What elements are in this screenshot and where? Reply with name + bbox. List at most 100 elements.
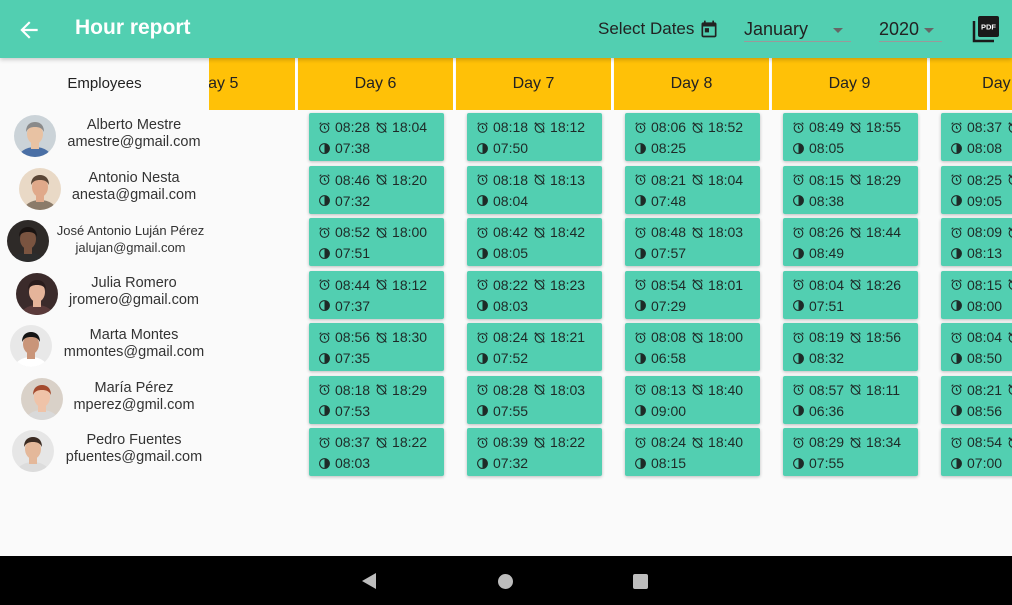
- day-column-header: Day 7: [456, 58, 613, 110]
- hours-card[interactable]: 08:57 18:11 06:36: [783, 375, 918, 424]
- clock-in-icon: [476, 278, 493, 291]
- clock-out-icon: [1007, 383, 1012, 396]
- employee-row[interactable]: Alberto Mestre amestre@gmail.com: [0, 110, 209, 163]
- total-hours: 06:36: [792, 403, 844, 419]
- clock-in-icon: [318, 331, 335, 344]
- back-arrow-icon[interactable]: [16, 17, 42, 43]
- hours-card[interactable]: 08:13 18:40 09:00: [625, 375, 760, 424]
- hours-card[interactable]: 08:28 18:04 07:38: [309, 113, 444, 161]
- year-value: 2020: [879, 19, 920, 39]
- hours-card[interactable]: 08:44 18:12 07:37: [309, 270, 444, 319]
- hours-card[interactable]: 08:22 18:23 08:03: [467, 270, 602, 319]
- hours-grid[interactable]: Day 5Day 6 08:28 18:04 07:38 08:46 18:20 07:32…: [209, 58, 1012, 558]
- hours-card[interactable]: 08:39 18:22 07:32: [467, 428, 602, 476]
- hours-card[interactable]: 08:25 09:05: [941, 165, 1012, 214]
- hours-card[interactable]: 08:18 18:12 07:50: [467, 113, 602, 161]
- total-hours: 08:13: [950, 245, 1002, 261]
- hours-card[interactable]: 08:54 18:01 07:29: [625, 270, 760, 319]
- employee-row[interactable]: María Pérez mperez@gmil.com: [0, 373, 209, 426]
- total-value: 08:15: [651, 455, 687, 471]
- hours-card[interactable]: 08:04 18:26 07:51: [783, 270, 918, 319]
- total-hours: 07:00: [950, 455, 1002, 471]
- calendar-icon[interactable]: [699, 18, 719, 40]
- hours-card[interactable]: 08:49 18:55 08:05: [783, 113, 918, 161]
- total-value: 09:05: [967, 192, 1003, 209]
- employee-name: Marta Montes: [89, 327, 179, 343]
- employee-row[interactable]: Antonio Nesta anesta@gmail.com: [0, 163, 209, 216]
- nav-recents-icon[interactable]: [633, 574, 648, 589]
- check-out-time: 18:40: [708, 434, 744, 450]
- hours-card[interactable]: 08:42 18:42 08:05: [467, 218, 602, 266]
- hours-card[interactable]: 08:52 18:00 07:51: [309, 218, 444, 266]
- clock-in-icon: [318, 383, 335, 396]
- hours-card[interactable]: 08:56 18:30 07:35: [309, 323, 444, 371]
- hours-card[interactable]: 08:18 18:29 07:53: [309, 375, 444, 424]
- hours-card[interactable]: 08:19 18:56 08:32: [783, 323, 918, 371]
- hours-card[interactable]: 08:15 08:00: [941, 270, 1012, 319]
- hours-card[interactable]: 08:29 18:34 07:55: [783, 428, 918, 476]
- hours-card[interactable]: 08:24 18:40 08:15: [625, 428, 760, 476]
- year-dropdown[interactable]: 2020: [879, 14, 942, 42]
- check-times: 08:21 18:04: [634, 172, 743, 188]
- total-value: 08:49: [809, 245, 845, 261]
- clock-in-icon: [634, 383, 651, 396]
- total-value: 08:03: [493, 297, 529, 314]
- timer-icon: [792, 194, 809, 207]
- timer-icon: [634, 247, 651, 260]
- clock-out-icon: [375, 121, 392, 134]
- hours-card[interactable]: 08:15 18:29 08:38: [783, 165, 918, 214]
- employee-row[interactable]: José Antonio Luján Pérez jalujan@gmail.co…: [0, 215, 209, 268]
- hours-card[interactable]: 08:46 18:20 07:32: [309, 165, 444, 214]
- hours-card[interactable]: 08:04 08:50: [941, 323, 1012, 371]
- hours-card[interactable]: 08:21 08:56: [941, 375, 1012, 424]
- clock-in-icon: [318, 436, 335, 449]
- hours-card[interactable]: 08:28 18:03 07:55: [467, 375, 602, 424]
- timer-icon: [634, 299, 651, 312]
- timer-icon: [476, 247, 493, 260]
- nav-back-icon[interactable]: [362, 573, 376, 589]
- employee-row[interactable]: Julia Romero jromero@gmail.com: [0, 268, 209, 321]
- hours-card[interactable]: 08:09 08:13: [941, 218, 1012, 266]
- employee-row[interactable]: Pedro Fuentes pfuentes@gmail.com: [0, 425, 209, 478]
- hours-card[interactable]: 08:21 18:04 07:48: [625, 165, 760, 214]
- app-bar: Hour report Select Dates January 2020 PD…: [0, 0, 1012, 58]
- check-in-time: 08:19: [809, 329, 845, 345]
- select-dates-label[interactable]: Select Dates: [598, 19, 694, 39]
- check-in-time: 08:18: [493, 171, 529, 188]
- clock-in-icon: [950, 278, 967, 291]
- hours-card[interactable]: 08:08 18:00 06:58: [625, 323, 760, 371]
- check-in-time: 08:24: [493, 329, 529, 345]
- total-value: 08:50: [967, 350, 1003, 366]
- nav-home-icon[interactable]: [498, 574, 513, 589]
- check-times: 08:15 18:29: [792, 172, 901, 188]
- hours-card[interactable]: 08:26 18:44 08:49: [783, 218, 918, 266]
- pdf-icon[interactable]: PDF: [972, 15, 1000, 43]
- check-out-time: 18:29: [392, 381, 428, 398]
- timer-icon: [792, 457, 809, 470]
- check-out-time: 18:04: [708, 171, 744, 188]
- hours-card[interactable]: 08:54 07:00: [941, 428, 1012, 476]
- day-column-header: Day 6: [298, 58, 455, 110]
- timer-icon: [318, 247, 335, 260]
- total-value: 08:03: [335, 455, 371, 471]
- employee-row[interactable]: Marta Montes mmontes@gmail.com: [0, 320, 209, 373]
- timer-icon: [792, 142, 809, 155]
- hours-card[interactable]: 08:48 18:03 07:57: [625, 218, 760, 266]
- hours-card[interactable]: 08:37 08:08: [941, 113, 1012, 161]
- clock-in-icon: [476, 383, 493, 396]
- clock-out-icon: [691, 331, 708, 344]
- hours-card[interactable]: 08:06 18:52 08:25: [625, 113, 760, 161]
- total-value: 07:57: [651, 245, 687, 261]
- check-in-time: 08:22: [493, 276, 529, 293]
- clock-in-icon: [950, 436, 967, 449]
- total-value: 08:25: [651, 140, 687, 156]
- check-in-time: 08:24: [651, 434, 687, 450]
- check-in-time: 08:18: [493, 119, 529, 135]
- timer-icon: [476, 457, 493, 470]
- hours-card[interactable]: 08:18 18:13 08:04: [467, 165, 602, 214]
- month-dropdown[interactable]: January: [744, 14, 851, 42]
- total-value: 07:32: [335, 192, 371, 209]
- hours-card[interactable]: 08:37 18:22 08:03: [309, 428, 444, 476]
- clock-out-icon: [1007, 121, 1012, 134]
- hours-card[interactable]: 08:24 18:21 07:52: [467, 323, 602, 371]
